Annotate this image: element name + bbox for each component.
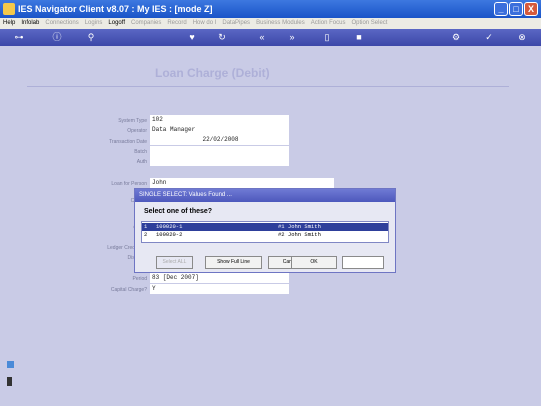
divider xyxy=(27,86,509,87)
key-icon[interactable]: ⊶ xyxy=(8,31,30,44)
window-controls: _ □ X xyxy=(494,2,538,16)
row-number: 1 xyxy=(144,223,148,230)
ledger-credit-acc-label: Ledger Credit Acc xyxy=(107,245,147,251)
menu-business-modules[interactable]: Business Modules xyxy=(253,20,308,26)
info-icon[interactable]: ⓘ xyxy=(50,31,64,44)
batch-field[interactable] xyxy=(150,146,289,156)
menu-how-do-i[interactable]: How do I xyxy=(190,20,220,26)
dialog-prompt: Select one of these? xyxy=(144,208,213,215)
operator-label: Operator xyxy=(127,128,147,134)
transaction-date-field[interactable]: 22/02/2008 xyxy=(150,135,289,145)
heart-icon[interactable]: ♥ xyxy=(185,31,199,44)
operator-field[interactable]: Data Manager xyxy=(150,125,289,135)
row-name: #1 John Smith xyxy=(278,223,321,230)
close-icon[interactable]: ⊗ xyxy=(515,31,529,44)
close-button[interactable]: X xyxy=(524,2,538,16)
batch-label: Batch xyxy=(134,149,147,155)
title-bar: IES Navigator Client v8.07 : My IES : [m… xyxy=(0,0,541,18)
menu-companies[interactable]: Companies xyxy=(128,20,164,26)
select-all-button[interactable]: Select ALL xyxy=(156,256,193,269)
row-number: 2 xyxy=(144,231,148,238)
system-type-field[interactable]: 102 xyxy=(150,115,289,125)
discount-label: Discount xyxy=(46,255,147,261)
check-icon[interactable]: ✓ xyxy=(482,31,496,44)
period-label: Period xyxy=(132,276,147,282)
menu-logoff[interactable]: Logoff xyxy=(105,20,128,26)
auth-label: Auth xyxy=(136,159,147,165)
auth-field[interactable] xyxy=(150,156,289,166)
menu-bar: Help Infolab Connections Logins Logoff Compan… xyxy=(0,18,541,29)
fast-forward-icon[interactable]: » xyxy=(285,31,299,44)
sidebar-blue-icon[interactable] xyxy=(7,361,14,368)
transaction-date-label: Transaction Date xyxy=(109,139,147,145)
row-code: 100020-2 xyxy=(156,231,183,238)
menu-datapipes[interactable]: DataPipes xyxy=(219,20,253,26)
dialog-input[interactable] xyxy=(342,256,384,269)
capital-charge-field[interactable]: Y xyxy=(150,284,289,294)
loan-for-person-label: Loan for Person xyxy=(111,181,147,187)
capital-charge-label: Capital Charge? xyxy=(110,287,147,293)
show-full-line-button[interactable]: Show Full Line xyxy=(205,256,262,269)
single-select-dialog: SINGLE SELECT: Values Found ... Select o… xyxy=(134,188,396,273)
dialog-title: SINGLE SELECT: Values Found ... xyxy=(135,189,395,202)
window-title: IES Navigator Client v8.07 : My IES : [m… xyxy=(18,4,213,14)
menu-option-select[interactable]: Option Select xyxy=(348,20,390,26)
sidebar-dark-icon[interactable] xyxy=(7,377,12,386)
menu-action-focus[interactable]: Action Focus xyxy=(308,20,349,26)
loan-for-person-field[interactable]: John xyxy=(150,178,334,188)
charge-label: Charge xyxy=(46,198,147,204)
gear-icon[interactable]: ⚙ xyxy=(449,31,463,44)
menu-logins[interactable]: Logins xyxy=(82,20,106,26)
refresh-icon[interactable]: ↻ xyxy=(215,31,229,44)
form-title: Loan Charge (Debit) xyxy=(155,66,270,80)
values-list[interactable]: 1 100020-1 #1 John Smith 2 100020-2 #2 J… xyxy=(141,221,389,243)
page-icon[interactable]: ▯ xyxy=(320,31,334,44)
row-code: 100020-1 xyxy=(156,223,183,230)
menu-help[interactable]: Help xyxy=(0,20,18,26)
system-type-label: System Type xyxy=(118,118,147,124)
quote-label: Quote xyxy=(46,225,147,231)
app-icon xyxy=(3,3,15,15)
search-icon[interactable]: ⚲ xyxy=(84,31,98,44)
period-field[interactable]: 83 [Dec 2007] xyxy=(150,273,289,283)
list-item[interactable]: 2 100020-2 #2 John Smith xyxy=(142,231,388,239)
menu-infolab[interactable]: Infolab xyxy=(18,20,42,26)
toolbar: ⊶ ⓘ ⚲ ♥ ↻ « » ▯ ■ ⚙ ✓ ⊗ xyxy=(0,29,541,46)
list-item[interactable]: 1 100020-1 #1 John Smith xyxy=(142,223,388,231)
rewind-icon[interactable]: « xyxy=(255,31,269,44)
menu-connections[interactable]: Connections xyxy=(42,20,81,26)
restore-button[interactable]: □ xyxy=(509,2,523,16)
row-name: #2 John Smith xyxy=(278,231,321,238)
minimize-button[interactable]: _ xyxy=(494,2,508,16)
ok-button[interactable]: OK xyxy=(291,256,337,269)
menu-record[interactable]: Record xyxy=(164,20,189,26)
stop-icon[interactable]: ■ xyxy=(352,31,366,44)
